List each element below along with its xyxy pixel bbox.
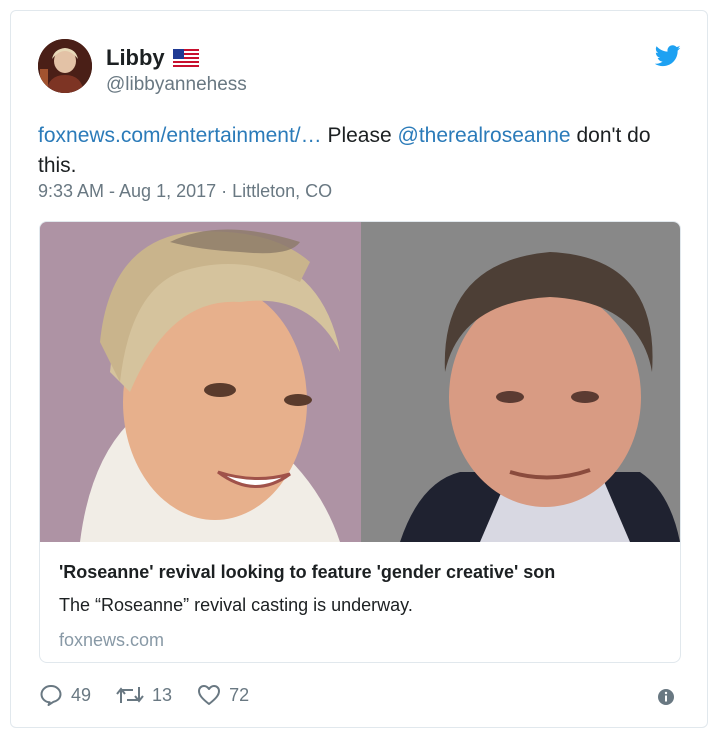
heart-icon — [198, 685, 221, 705]
preview-title[interactable]: 'Roseanne' revival looking to feature 'g… — [59, 562, 555, 583]
tweet-actions: 49 13 72 — [38, 683, 273, 707]
author-row: Libby — [106, 45, 199, 71]
link-preview-card[interactable]: 'Roseanne' revival looking to feature 'g… — [39, 221, 681, 663]
us-flag-icon — [172, 49, 199, 67]
author-name[interactable]: Libby — [106, 45, 165, 71]
info-icon[interactable] — [657, 688, 675, 706]
twitter-bird-icon[interactable] — [654, 45, 681, 67]
reply-count: 49 — [71, 684, 92, 705]
retweet-count: 13 — [152, 684, 173, 705]
tweet-text: foxnews.com/entertainment/… Please @ther… — [38, 121, 678, 181]
mention-link[interactable]: @therealroseanne — [398, 124, 571, 147]
reply-icon — [40, 685, 62, 706]
author-handle[interactable]: @libbyannehess — [106, 74, 247, 96]
tweet-link[interactable]: foxnews.com/entertainment/… — [38, 124, 322, 147]
tweet-timestamp[interactable]: 9:33 AM - Aug 1, 2017 · Littleton, CO — [38, 181, 332, 202]
tweet-text-mid: Please — [321, 124, 398, 147]
preview-description: The “Roseanne” revival casting is underw… — [59, 595, 413, 615]
like-count: 72 — [229, 684, 250, 705]
preview-domain: foxnews.com — [59, 630, 165, 650]
avatar[interactable] — [38, 39, 92, 93]
retweet-button[interactable]: 13 — [115, 683, 172, 707]
like-button[interactable]: 72 — [196, 683, 249, 707]
preview-image[interactable] — [40, 222, 680, 542]
retweet-icon — [116, 687, 144, 703]
tweet-card: Libby @libbyannehess foxnews.com/enterta… — [10, 10, 708, 728]
reply-button[interactable]: 49 — [38, 683, 91, 707]
